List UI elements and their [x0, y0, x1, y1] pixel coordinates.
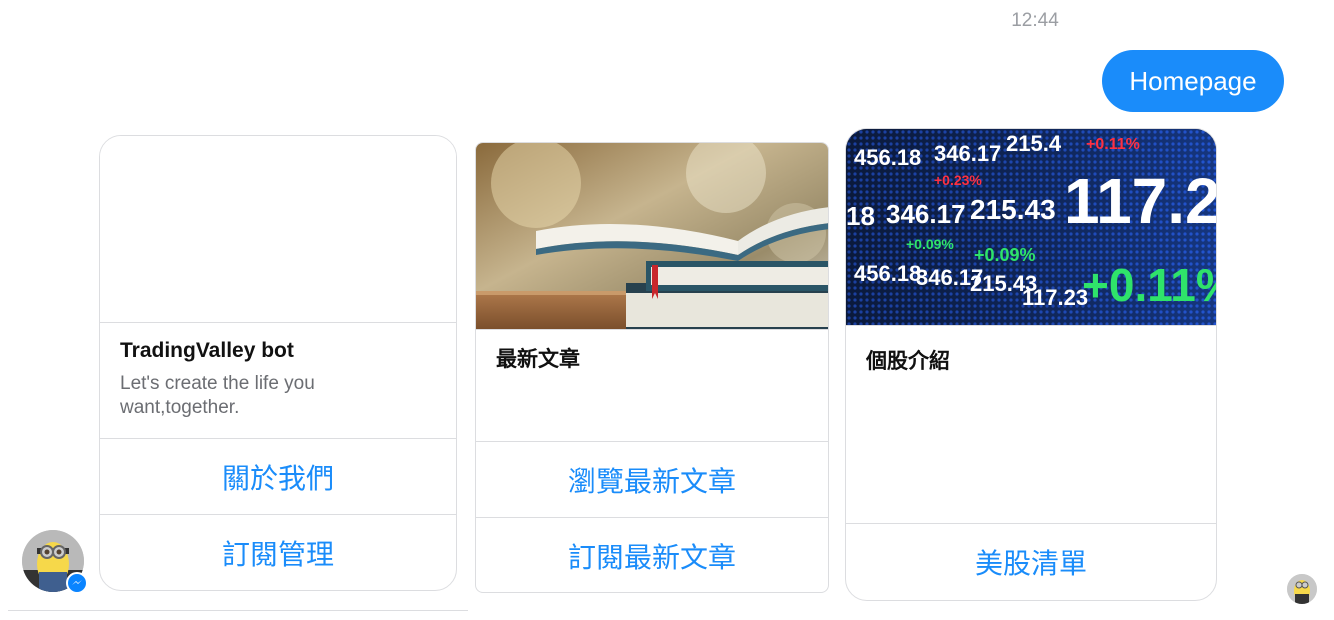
user-message-bubble: Homepage: [1102, 50, 1284, 112]
subscription-manage-button[interactable]: 訂閱管理: [100, 514, 456, 590]
ticker-row1-0: 456.18: [854, 145, 921, 170]
card-title: 個股介紹: [866, 350, 950, 373]
ticker-change-4: +0.09%: [974, 245, 1036, 265]
carousel-card-about: TradingValley bot Let's create the life …: [99, 135, 457, 591]
open-book-illustration: [476, 143, 828, 329]
ticker-big-value: 117.23: [1064, 165, 1216, 237]
ticker-change-2: +0.23%: [934, 172, 982, 188]
ticker-row2-0: 18: [846, 201, 875, 231]
ticker-change-1: +0.11%: [1086, 136, 1140, 153]
card-title: 最新文章: [496, 348, 580, 371]
open-book-image: [476, 143, 828, 330]
subscribe-latest-articles-button[interactable]: 訂閱最新文章: [476, 517, 828, 592]
chat-timestamp: 12:44: [1011, 10, 1059, 31]
stock-ticker-image: 456.18 346.17 215.4 +0.11% +0.23% 18 346…: [846, 129, 1216, 326]
messenger-icon: [66, 572, 88, 594]
ticker-row1-2: 215.4: [1006, 131, 1062, 156]
ticker-row1-1: 346.17: [934, 141, 1001, 166]
ticker-change-big: +0.11%: [1082, 259, 1216, 311]
ticker-row3-3: 117.23: [1022, 285, 1088, 310]
ticker-row2-2: 215.43: [970, 194, 1056, 225]
ticker-row3-0: 456.18: [854, 261, 921, 286]
stock-ticker-illustration: 456.18 346.17 215.4 +0.11% +0.23% 18 346…: [846, 129, 1216, 325]
us-stock-list-button[interactable]: 美股清單: [846, 523, 1216, 599]
card-title: TradingValley bot: [120, 339, 294, 362]
card-subtitle: Let's create the life you want,together.: [120, 373, 315, 418]
composer-divider: [8, 610, 468, 611]
minion-mini-avatar-icon: [1287, 574, 1317, 604]
carousel-card-stocks: 456.18 346.17 215.4 +0.11% +0.23% 18 346…: [845, 128, 1217, 601]
about-us-button[interactable]: 關於我們: [100, 438, 456, 514]
ticker-row2-1: 346.17: [886, 199, 966, 229]
carousel-card-articles: 最新文章 瀏覽最新文章 訂閱最新文章: [475, 142, 829, 593]
card-image-empty: [100, 136, 456, 323]
browse-latest-articles-button[interactable]: 瀏覽最新文章: [476, 441, 828, 517]
ticker-change-3: +0.09%: [906, 236, 954, 252]
